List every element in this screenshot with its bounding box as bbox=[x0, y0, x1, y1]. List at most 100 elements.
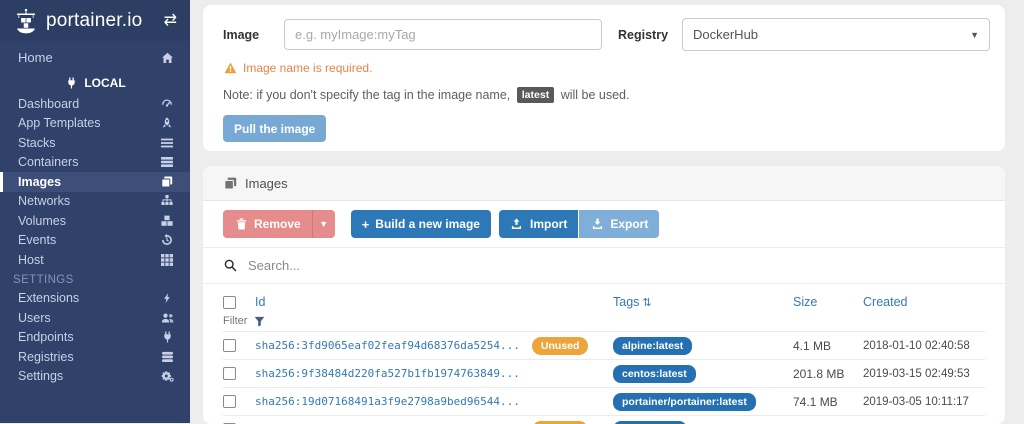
main-content: Image Registry DockerHub ▼ Image name is… bbox=[190, 0, 1024, 423]
endpoint-local[interactable]: LOCAL bbox=[0, 71, 190, 94]
sidebar-item-containers[interactable]: Containers bbox=[0, 153, 190, 173]
sidebar-item-label: Home bbox=[18, 50, 160, 65]
row-checkbox[interactable] bbox=[223, 367, 236, 380]
portainer-logo-icon bbox=[13, 8, 39, 34]
image-input[interactable] bbox=[284, 19, 602, 50]
sidebar-section-settings: SETTINGS bbox=[0, 270, 190, 289]
bolt-icon bbox=[160, 292, 174, 304]
image-created: 2018-01-10 02:40:58 bbox=[863, 340, 985, 352]
sidebar-item-settings[interactable]: Settings bbox=[0, 367, 190, 387]
tag-badge: centos:latest bbox=[613, 365, 696, 383]
server-icon bbox=[160, 156, 174, 168]
image-required-warning: Image name is required. bbox=[223, 61, 990, 75]
select-all-checkbox[interactable] bbox=[223, 296, 236, 309]
home-icon bbox=[160, 52, 174, 64]
sidebar-item-networks[interactable]: Networks bbox=[0, 192, 190, 212]
grid-icon bbox=[160, 254, 174, 266]
sidebar-item-app-templates[interactable]: App Templates bbox=[0, 114, 190, 134]
images-panel-heading: Images bbox=[203, 166, 1005, 201]
endpoint-local-label: LOCAL bbox=[84, 76, 125, 90]
plus-icon: + bbox=[362, 218, 370, 231]
search-icon bbox=[223, 259, 237, 272]
cogs-icon bbox=[160, 370, 174, 382]
logo-text: portainer.io bbox=[46, 10, 142, 32]
image-id-link[interactable]: sha256:3fd9065eaf02feaf94d68376da5254... bbox=[255, 339, 520, 352]
search-bar bbox=[203, 247, 1005, 284]
tag-badge: alpine:latest bbox=[613, 337, 692, 355]
search-input[interactable] bbox=[246, 257, 985, 274]
tag-badge: portainer/portainer:latest bbox=[613, 393, 756, 411]
row-checkbox[interactable] bbox=[223, 395, 236, 408]
warning-text: Image name is required. bbox=[243, 61, 372, 75]
image-size: 74.1 MB bbox=[793, 395, 863, 409]
image-size: 4.1 MB bbox=[793, 339, 863, 353]
row-checkbox[interactable] bbox=[223, 339, 236, 352]
images-panel: Images Remove ▼ + Build a new image bbox=[203, 166, 1005, 424]
layers-icon bbox=[223, 177, 237, 190]
logo-row: portainer.io ⇄ bbox=[0, 0, 190, 41]
pull-image-panel: Image Registry DockerHub ▼ Image name is… bbox=[203, 5, 1005, 151]
images-toolbar: Remove ▼ + Build a new image Import bbox=[223, 210, 985, 238]
import-button[interactable]: Import bbox=[499, 210, 578, 238]
sidebar-item-images[interactable]: Images bbox=[0, 172, 190, 192]
table-header: Id Tags⇅ Size Created Filter bbox=[223, 284, 985, 331]
registry-select[interactable]: DockerHub ▼ bbox=[682, 18, 990, 51]
build-image-button[interactable]: + Build a new image bbox=[351, 210, 491, 238]
column-header-tags[interactable]: Tags⇅ bbox=[613, 293, 793, 311]
sidebar-item-host[interactable]: Host bbox=[0, 250, 190, 270]
tachometer-icon bbox=[160, 98, 174, 110]
tag-note: Note: if you don't specify the tag in th… bbox=[223, 87, 990, 103]
filter-control[interactable]: Filter bbox=[223, 315, 613, 327]
list-icon bbox=[160, 137, 174, 149]
table-row[interactable]: sha256:9f38484d220fa527b1fb1974763849...… bbox=[223, 359, 985, 387]
image-label: Image bbox=[223, 28, 284, 42]
images-panel-title: Images bbox=[245, 176, 288, 191]
cubes-icon bbox=[160, 215, 174, 227]
column-header-size[interactable]: Size bbox=[793, 295, 863, 309]
plug-icon bbox=[160, 331, 174, 343]
sidebar-item-users[interactable]: Users bbox=[0, 308, 190, 328]
image-size: 201.8 MB bbox=[793, 367, 863, 381]
plug-icon bbox=[64, 77, 78, 89]
table-row[interactable]: sha256:3fd9065eaf02feaf94d68376da5254...… bbox=[223, 331, 985, 359]
image-created: 2019-03-15 02:49:53 bbox=[863, 368, 985, 380]
sort-icon: ⇅ bbox=[642, 297, 651, 309]
rocket-icon bbox=[160, 117, 174, 129]
sidebar-item-extensions[interactable]: Extensions bbox=[0, 289, 190, 309]
image-id-link[interactable]: sha256:9f38484d220fa527b1fb1974763849... bbox=[255, 367, 520, 380]
column-header-id[interactable]: Id bbox=[255, 295, 613, 309]
warning-icon bbox=[223, 62, 237, 74]
trash-icon bbox=[234, 218, 248, 230]
sidebar: portainer.io ⇄ Home LOCAL Dashboard App … bbox=[0, 0, 190, 423]
sidebar-item-registries[interactable]: Registries bbox=[0, 347, 190, 367]
unused-badge: Unused bbox=[532, 421, 589, 424]
layers-icon bbox=[160, 176, 174, 188]
image-id-link[interactable]: sha256:19d07168491a3f9e2798a9bed96544... bbox=[255, 395, 520, 408]
upload-icon bbox=[510, 218, 524, 230]
table-row[interactable]: sha256:19d07168491a3f9e2798a9bed96544...… bbox=[223, 387, 985, 415]
sidebar-item-events[interactable]: Events bbox=[0, 231, 190, 251]
sidebar-item-dashboard[interactable]: Dashboard bbox=[0, 94, 190, 114]
chevron-down-icon: ▼ bbox=[970, 30, 979, 40]
download-icon bbox=[590, 218, 604, 230]
remove-dropdown-caret[interactable]: ▼ bbox=[312, 210, 335, 238]
latest-tag-badge: latest bbox=[517, 87, 554, 103]
remove-button[interactable]: Remove bbox=[223, 210, 312, 238]
filter-icon bbox=[252, 316, 266, 327]
pull-image-button[interactable]: Pull the image bbox=[223, 115, 326, 142]
remove-button-group: Remove ▼ bbox=[223, 210, 335, 238]
sidebar-item-stacks[interactable]: Stacks bbox=[0, 133, 190, 153]
image-created: 2019-03-05 10:11:17 bbox=[863, 396, 985, 408]
users-icon bbox=[160, 312, 174, 324]
sitemap-icon bbox=[160, 195, 174, 207]
sidebar-item-endpoints[interactable]: Endpoints bbox=[0, 328, 190, 348]
sidebar-collapse-icon[interactable]: ⇄ bbox=[164, 13, 177, 29]
history-icon bbox=[160, 234, 174, 246]
database-icon bbox=[160, 351, 174, 363]
export-button[interactable]: Export bbox=[579, 210, 659, 238]
sidebar-item-home[interactable]: Home bbox=[0, 44, 190, 71]
column-header-created[interactable]: Created bbox=[863, 295, 985, 309]
registry-label: Registry bbox=[618, 28, 682, 42]
sidebar-item-volumes[interactable]: Volumes bbox=[0, 211, 190, 231]
unused-badge: Unused bbox=[532, 337, 589, 355]
